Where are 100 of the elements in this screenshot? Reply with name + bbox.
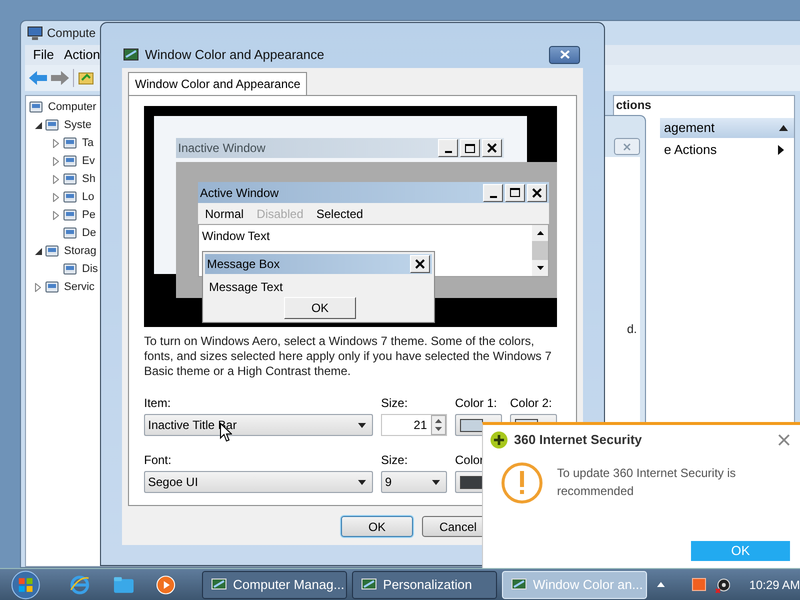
window-icon <box>211 578 228 592</box>
dropdown-arrow-icon <box>358 422 366 428</box>
dropdown-arrow-icon <box>432 480 440 484</box>
node-icon <box>62 207 78 223</box>
maximize-button[interactable] <box>505 184 525 202</box>
field-label: Size: <box>381 452 409 469</box>
computer-icon <box>27 25 43 41</box>
node-icon <box>28 99 44 115</box>
node-icon <box>44 279 60 295</box>
dialog-button[interactable]: OK <box>341 516 413 537</box>
close-button[interactable] <box>549 46 580 64</box>
field-label: Size: <box>381 395 409 412</box>
tree-item[interactable]: Computer <box>48 98 96 116</box>
minimize-button[interactable] <box>483 184 503 202</box>
collapsed-arrow-icon[interactable] <box>53 174 59 184</box>
expanded-arrow-icon[interactable] <box>34 248 42 254</box>
minimize-icon <box>444 151 452 153</box>
node-icon <box>62 171 78 187</box>
collapsed-arrow-icon[interactable] <box>53 156 59 166</box>
forward-arrow-icon[interactable] <box>51 71 69 85</box>
window-title: Window Color and Appearance <box>145 46 326 64</box>
speaker-icon[interactable] <box>714 576 730 592</box>
window-title: Compute <box>47 25 96 42</box>
tree-item[interactable]: De <box>82 224 96 242</box>
actions-header: ctions <box>615 97 652 114</box>
actions-item[interactable]: e Actions <box>660 138 794 162</box>
collapsed-arrow-icon[interactable] <box>53 138 59 148</box>
maximize-icon <box>510 188 520 197</box>
close-icon <box>532 188 542 198</box>
taskbar-button[interactable]: Computer Manag... <box>202 570 348 598</box>
expanded-arrow-icon[interactable] <box>34 122 42 128</box>
clock: 10:29 AM <box>749 576 800 594</box>
tree-item[interactable]: Dis <box>82 260 98 278</box>
scroll-down-arrow-icon <box>536 266 544 270</box>
body-text: d. <box>627 322 638 336</box>
browser-e-icon[interactable] <box>69 574 91 596</box>
dropdown-arrow-icon <box>358 480 366 484</box>
window-icon <box>361 578 378 592</box>
node-icon <box>62 153 78 169</box>
font-size-dropdown[interactable]: 9 <box>381 471 447 493</box>
collapse-arrow-icon <box>779 125 788 131</box>
close-icon <box>623 142 631 150</box>
inactive-title-bar: Inactive Window <box>176 138 504 158</box>
tree-item[interactable]: Storag <box>64 242 96 260</box>
tree-item[interactable]: Lo <box>82 188 94 206</box>
field-label: Color <box>455 452 485 469</box>
close-icon <box>487 143 497 153</box>
minimize-icon <box>490 196 496 198</box>
active-title-bar: Active Window <box>198 182 549 203</box>
actions-group-header[interactable]: agement <box>660 118 794 138</box>
folder-icon[interactable] <box>112 576 134 594</box>
tree-item[interactable]: Servic <box>64 278 95 296</box>
field-label: Color 1: <box>455 395 498 412</box>
collapsed-arrow-icon[interactable] <box>53 192 59 202</box>
tab[interactable]: Window Color and Appearance <box>128 72 308 95</box>
maximize-button[interactable] <box>460 139 480 157</box>
close-icon <box>415 259 425 269</box>
message-box-title: Message Box <box>207 256 281 273</box>
field-label: Color 2: <box>510 395 554 412</box>
tree-item[interactable]: Pe <box>82 206 96 224</box>
play-icon[interactable] <box>156 574 176 594</box>
tree-item[interactable]: Syste <box>64 116 92 134</box>
collapsed-arrow-icon[interactable] <box>53 210 59 220</box>
font-dropdown[interactable]: Segoe UI <box>144 471 373 493</box>
minimize-button[interactable] <box>438 139 458 157</box>
node-icon <box>44 117 60 133</box>
description-text: To turn on Windows Aero, select a Windows 7 theme. Some of the colors, fonts, and sizes selected here apply only if you have selected the Windows 7 Basic theme or a High Contrast theme. <box>144 334 553 379</box>
start-button-icon[interactable] <box>10 570 42 600</box>
field-label: Item: <box>144 395 172 412</box>
warning-icon <box>501 462 543 504</box>
close-icon[interactable] <box>778 434 790 446</box>
show-hidden-icons-icon[interactable] <box>657 582 665 587</box>
plus-logo-icon <box>490 431 508 449</box>
maximize-icon <box>465 144 475 152</box>
taskbar-button[interactable]: Personalization <box>352 570 498 598</box>
tree-item[interactable]: Ta <box>82 134 94 152</box>
window-icon <box>123 46 139 62</box>
popup-message: To update 360 Internet Security is recommended <box>557 465 737 500</box>
message-text: Message Text <box>208 279 284 296</box>
tray-square-icon[interactable] <box>692 578 706 591</box>
menu-item[interactable]: Action <box>64 45 100 65</box>
node-icon <box>62 261 78 277</box>
field-label: Font: <box>144 452 172 469</box>
popup-title: 360 Internet Security <box>514 431 643 450</box>
node-icon <box>62 225 78 241</box>
collapsed-arrow-icon[interactable] <box>35 282 41 292</box>
tree-item[interactable]: Ev <box>82 152 95 170</box>
folder-icon[interactable] <box>78 70 94 86</box>
back-arrow-icon[interactable] <box>29 71 47 85</box>
window-icon <box>511 578 528 592</box>
node-icon <box>62 135 78 151</box>
node-icon <box>62 189 78 205</box>
submenu-arrow-icon <box>778 145 784 155</box>
size-spinner[interactable]: 21 <box>381 414 447 436</box>
scroll-up-arrow-icon <box>536 231 544 235</box>
node-icon <box>44 243 60 259</box>
tree-item[interactable]: Sh <box>82 170 96 188</box>
preview-menu-item: Disabled <box>256 206 304 222</box>
close-icon <box>560 50 570 59</box>
menu-item[interactable]: File <box>33 45 54 65</box>
